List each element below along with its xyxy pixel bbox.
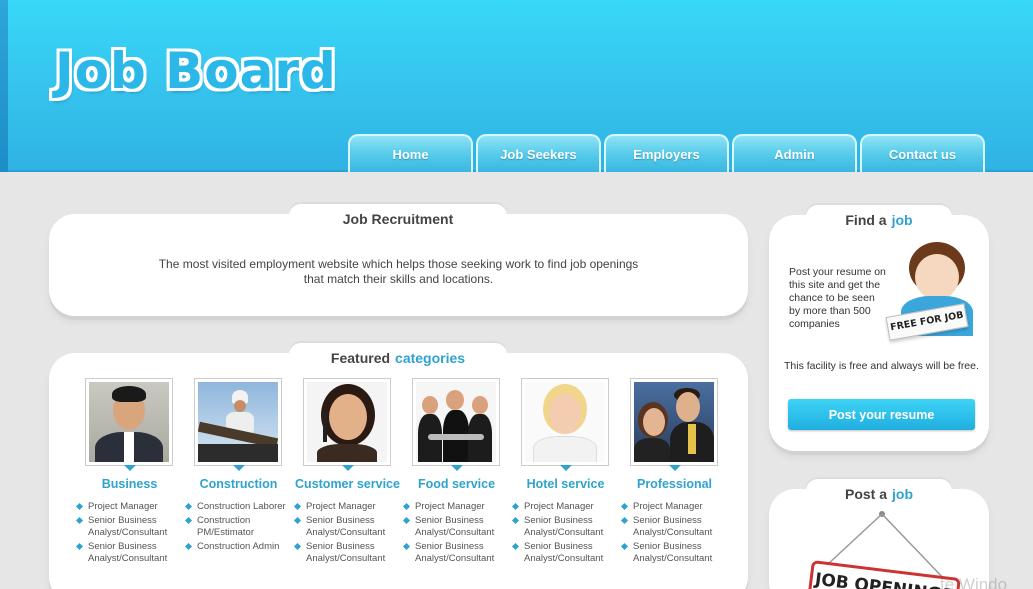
category-professional: Professional Project Manager Senior Busi… bbox=[620, 378, 729, 567]
job-link[interactable]: Project Manager bbox=[513, 501, 620, 513]
job-link[interactable]: Project Manager bbox=[404, 501, 511, 513]
nav-job-seekers[interactable]: Job Seekers bbox=[476, 134, 601, 172]
professional-photo[interactable] bbox=[630, 378, 718, 471]
hotel-service-photo[interactable] bbox=[521, 378, 609, 471]
category-job-list: Project Manager Senior Business Analyst/… bbox=[293, 501, 402, 565]
featured-title: Featured bbox=[330, 350, 391, 366]
category-title[interactable]: Food service bbox=[402, 477, 511, 491]
business-photo[interactable] bbox=[85, 378, 173, 471]
post-resume-button[interactable]: Post your resume bbox=[788, 399, 975, 430]
category-title[interactable]: Hotel service bbox=[511, 477, 620, 491]
job-link[interactable]: Project Manager bbox=[622, 501, 729, 513]
find-job-title: Find a bbox=[845, 212, 887, 228]
recruitment-panel: Job Recruitment The most visited employm… bbox=[49, 204, 748, 316]
nav-contact-us[interactable]: Contact us bbox=[860, 134, 985, 172]
job-link[interactable]: Senior Business Analyst/Consultant bbox=[513, 515, 620, 539]
category-customer-service: Customer service Project Manager Senior … bbox=[293, 378, 402, 567]
job-link[interactable]: Senior Business Analyst/Consultant bbox=[77, 541, 184, 565]
find-job-text: Post your resume on this site and get th… bbox=[789, 266, 886, 330]
job-link[interactable]: Senior Business Analyst/Consultant bbox=[513, 541, 620, 565]
category-job-list: Project Manager Senior Business Analyst/… bbox=[75, 501, 184, 565]
recruitment-line-1: The most visited employment website whic… bbox=[158, 257, 639, 271]
recruitment-description: The most visited employment website whic… bbox=[49, 257, 748, 287]
featured-panel-tab: Featured categories bbox=[289, 343, 507, 373]
category-food-service: Food service Project Manager Senior Busi… bbox=[402, 378, 511, 567]
job-link[interactable]: Project Manager bbox=[295, 501, 402, 513]
find-job-panel: Find a job Post your resume on this site… bbox=[769, 205, 989, 451]
food-service-photo[interactable] bbox=[412, 378, 500, 471]
category-job-list: Project Manager Senior Business Analyst/… bbox=[402, 501, 511, 565]
find-job-title-accent: job bbox=[891, 212, 913, 228]
category-job-list: Project Manager Senior Business Analyst/… bbox=[511, 501, 620, 565]
recruitment-line-2: that match their skills and locations. bbox=[303, 272, 494, 286]
category-grid: Business Project Manager Senior Business… bbox=[75, 378, 729, 567]
category-title[interactable]: Customer service bbox=[293, 477, 402, 491]
nav-admin[interactable]: Admin bbox=[732, 134, 857, 172]
category-job-list: Project Manager Senior Business Analyst/… bbox=[620, 501, 729, 565]
featured-categories-panel: Featured categories Business Project Man… bbox=[49, 343, 748, 589]
site-logo[interactable]: Job Board bbox=[55, 42, 337, 100]
job-link[interactable]: Construction Admin bbox=[186, 541, 293, 553]
activate-windows-watermark: te Windo bbox=[940, 575, 1008, 589]
category-job-list: Construction Laborer Construction PM/Est… bbox=[184, 501, 293, 553]
job-link[interactable]: Senior Business Analyst/Consultant bbox=[295, 515, 402, 539]
category-construction: Construction Construction Laborer Constr… bbox=[184, 378, 293, 567]
find-job-note: This facility is free and always will be… bbox=[784, 360, 979, 372]
main-nav: Home Job Seekers Employers Admin Contact… bbox=[348, 134, 988, 172]
construction-photo[interactable] bbox=[194, 378, 282, 471]
recruitment-panel-tab: Job Recruitment bbox=[289, 204, 507, 234]
featured-title-accent: categories bbox=[395, 350, 466, 366]
job-link[interactable]: Senior Business Analyst/Consultant bbox=[622, 541, 729, 565]
job-link[interactable]: Project Manager bbox=[77, 501, 184, 513]
category-title[interactable]: Construction bbox=[184, 477, 293, 491]
category-business: Business Project Manager Senior Business… bbox=[75, 378, 184, 567]
site-header: Job Board Home Job Seekers Employers Adm… bbox=[0, 0, 1033, 172]
find-job-tab: Find a job bbox=[806, 205, 952, 235]
nav-employers[interactable]: Employers bbox=[604, 134, 729, 172]
job-link[interactable]: Construction Laborer bbox=[186, 501, 293, 513]
category-hotel-service: Hotel service Project Manager Senior Bus… bbox=[511, 378, 620, 567]
post-job-panel: Post a job JOB OPENINGS bbox=[769, 479, 989, 589]
category-title[interactable]: Professional bbox=[620, 477, 729, 491]
job-link[interactable]: Senior Business Analyst/Consultant bbox=[622, 515, 729, 539]
free-for-job-mascot: FREE FOR JOB bbox=[885, 240, 982, 350]
job-link[interactable]: Construction PM/Estimator bbox=[186, 515, 293, 539]
job-link[interactable]: Senior Business Analyst/Consultant bbox=[77, 515, 184, 539]
recruitment-title: Job Recruitment bbox=[342, 211, 454, 227]
nav-home[interactable]: Home bbox=[348, 134, 473, 172]
category-title[interactable]: Business bbox=[75, 477, 184, 491]
customer-service-photo[interactable] bbox=[303, 378, 391, 471]
job-link[interactable]: Senior Business Analyst/Consultant bbox=[404, 541, 511, 565]
job-link[interactable]: Senior Business Analyst/Consultant bbox=[404, 515, 511, 539]
job-link[interactable]: Senior Business Analyst/Consultant bbox=[295, 541, 402, 565]
